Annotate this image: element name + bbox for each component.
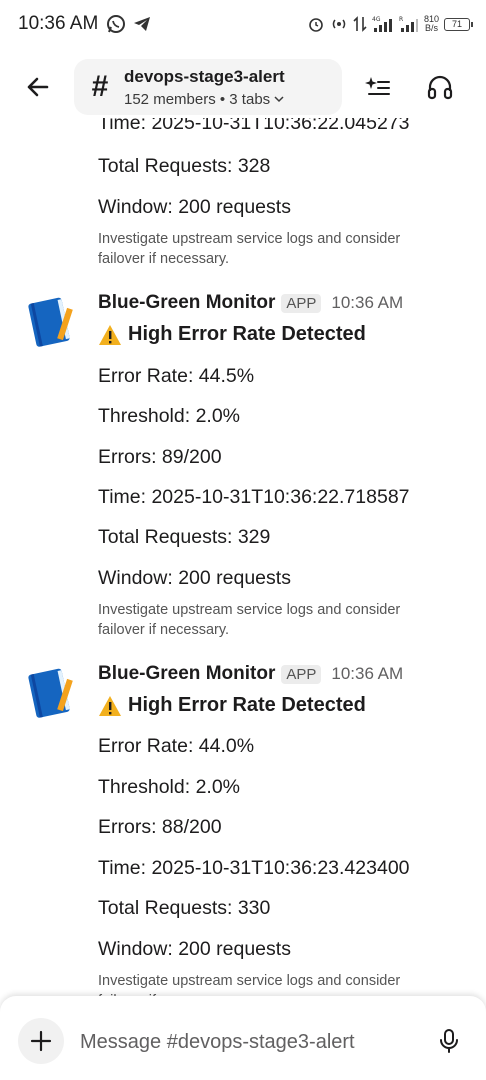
sender-name[interactable]: Blue-Green Monitor — [98, 663, 275, 685]
arrow-left-icon — [27, 77, 49, 97]
whatsapp-icon — [107, 15, 126, 33]
error-rate-line: Error Rate: 44.5% — [98, 365, 255, 387]
microphone-icon — [440, 1029, 458, 1053]
recommendation-note: Investigate upstream service logs and co… — [98, 973, 401, 998]
channel-name: devops-stage3-alert — [124, 66, 285, 86]
threshold-line: Threshold: 2.0% — [98, 776, 241, 798]
message-input[interactable] — [80, 1026, 410, 1058]
message-time: 10:36 AM — [331, 293, 404, 312]
alarm-icon — [309, 18, 323, 32]
status-bar: 10:36 AM 4G R 810 B/s 71 — [0, 0, 486, 48]
partial-window-line: Window: 200 requests — [98, 196, 291, 218]
app-badge: APP — [281, 293, 322, 313]
time-line: Time: 2025-10-31T10:36:22.718587 — [98, 486, 410, 508]
errors-line: Errors: 89/200 — [98, 446, 222, 468]
partial-note: Investigate upstream service logs and co… — [98, 231, 401, 267]
alert-title: High Error Rate Detected — [128, 323, 366, 345]
svg-text:R: R — [399, 16, 403, 23]
network-speed: 810 B/s — [423, 14, 439, 33]
sparkle-list-icon — [365, 77, 390, 95]
huddle-button[interactable] — [418, 65, 462, 109]
errors-line: Errors: 88/200 — [98, 816, 222, 838]
battery-indicator: 71 — [444, 17, 473, 31]
headphones-icon — [427, 75, 453, 100]
add-attachment-button[interactable] — [18, 1018, 64, 1064]
plus-icon — [30, 1030, 52, 1052]
total-requests-line: Total Requests: 329 — [98, 526, 271, 548]
back-button[interactable] — [16, 65, 60, 109]
error-rate-line: Error Rate: 44.0% — [98, 735, 255, 757]
recommendation-note: Investigate upstream service logs and co… — [98, 602, 401, 638]
notebook-avatar-icon[interactable] — [22, 665, 78, 721]
chevron-down-icon — [274, 96, 284, 103]
svg-text:4G: 4G — [372, 16, 381, 23]
telegram-icon — [134, 17, 151, 31]
total-requests-line: Total Requests: 330 — [98, 897, 271, 919]
ai-summary-button[interactable] — [356, 65, 400, 109]
sender-name[interactable]: Blue-Green Monitor — [98, 292, 275, 314]
signal-4g-icon: 4G — [372, 16, 392, 32]
signal-r-icon: R — [399, 16, 418, 32]
status-time: 10:36 AM — [18, 13, 99, 34]
hotspot-icon — [332, 19, 346, 29]
message-list[interactable]: Time: 2025-10-31T10:36:22.045273 Total R… — [0, 118, 486, 998]
data-arrows-icon — [353, 16, 367, 32]
threshold-line: Threshold: 2.0% — [98, 405, 241, 427]
alert-title: High Error Rate Detected — [128, 694, 366, 716]
channel-header: # devops-stage3-alert 152 members • 3 ta… — [0, 56, 486, 118]
time-line: Time: 2025-10-31T10:36:23.423400 — [98, 857, 410, 879]
window-line: Window: 200 requests — [98, 567, 291, 589]
voice-message-button[interactable] — [432, 1024, 466, 1058]
window-line: Window: 200 requests — [98, 938, 291, 960]
warning-icon — [99, 324, 121, 345]
warning-icon — [99, 695, 121, 716]
channel-info-button[interactable]: # devops-stage3-alert 152 members • 3 ta… — [74, 59, 342, 115]
message-time: 10:36 AM — [331, 664, 404, 683]
channel-meta: 152 members • 3 tabs — [124, 90, 271, 108]
app-badge: APP — [281, 664, 322, 684]
partial-time-line: Time: 2025-10-31T10:36:22.045273 — [98, 118, 410, 134]
partial-total-line: Total Requests: 328 — [98, 155, 271, 177]
notebook-avatar-icon[interactable] — [22, 294, 78, 350]
hash-icon: # — [91, 70, 109, 103]
